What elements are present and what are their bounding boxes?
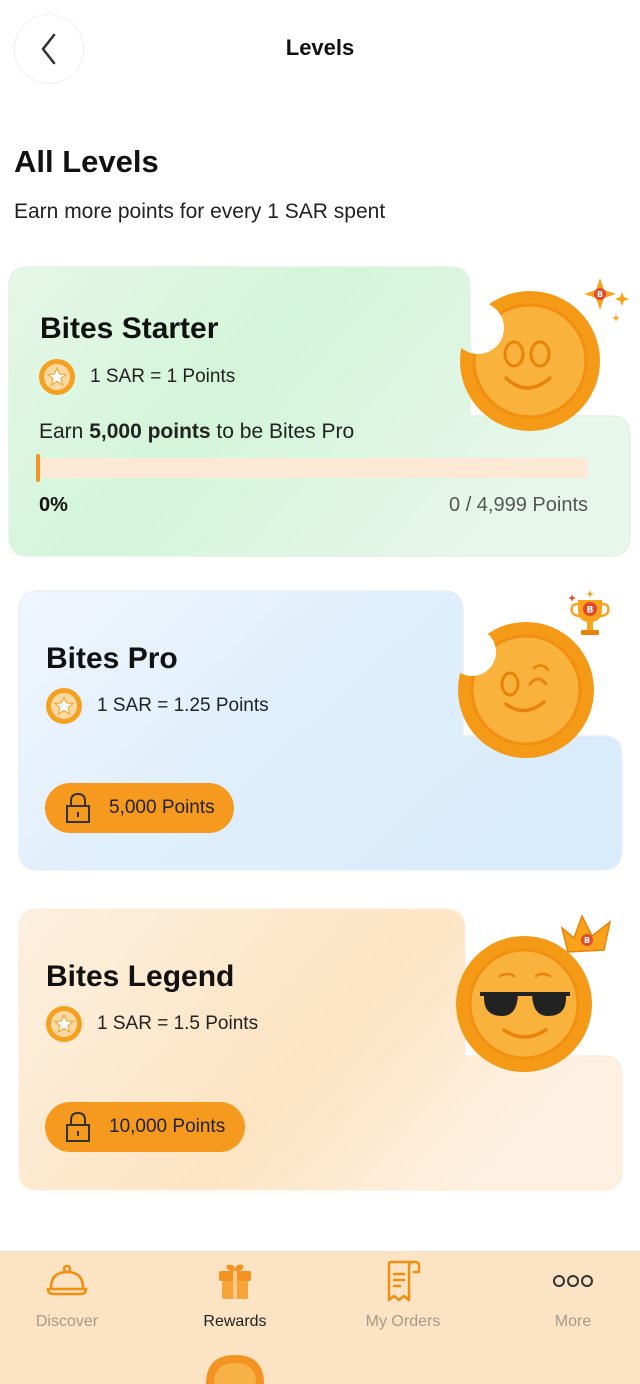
- star-coin-icon: [39, 359, 75, 395]
- nav-label: More: [554, 1313, 592, 1330]
- unlock-requirement-pill[interactable]: 5,000 Points: [45, 783, 234, 833]
- gift-icon: [219, 1264, 251, 1299]
- active-tab-indicator: [206, 1355, 264, 1384]
- earn-points: 5,000 points: [89, 420, 211, 443]
- nav-label: Discover: [35, 1313, 99, 1330]
- more-dots-icon: [553, 1275, 593, 1287]
- progress-percent: 0%: [39, 494, 68, 516]
- lock-icon: [66, 1111, 90, 1142]
- star-coin-icon: [46, 688, 82, 724]
- level-card-legend[interactable]: Bites Legend 1 SAR = 1.5 Points 10,000 P…: [18, 908, 624, 1192]
- unlock-requirement-pill[interactable]: 10,000 Points: [45, 1102, 245, 1152]
- crown-badge-icon: B: [560, 914, 612, 953]
- rate-text: 1 SAR = 1 Points: [90, 366, 236, 387]
- rate-text: 1 SAR = 1.25 Points: [97, 695, 269, 716]
- level-name: Bites Legend: [46, 960, 235, 993]
- level-name: Bites Pro: [46, 642, 178, 675]
- earn-goal-text: Earn 5,000 points to be Bites Pro: [39, 420, 354, 444]
- svg-text:B: B: [584, 936, 590, 945]
- points-count: 0 / 4,999 Points: [449, 494, 588, 516]
- nav-item-my-orders[interactable]: My Orders: [323, 1251, 483, 1351]
- earn-prefix: Earn: [39, 420, 90, 443]
- trophy-badge-icon: B: [568, 590, 610, 635]
- nav-item-rewards[interactable]: Rewards: [155, 1251, 315, 1351]
- level-card-pro[interactable]: Bites Pro 1 SAR = 1.25 Points 5,000 Poin…: [18, 590, 624, 872]
- rate-row: 1 SAR = 1 Points: [38, 358, 235, 396]
- progress-bar: [36, 454, 588, 482]
- nav-label: Rewards: [203, 1313, 267, 1330]
- nav-label: My Orders: [365, 1313, 441, 1330]
- nav-item-more[interactable]: More: [493, 1251, 640, 1351]
- rate-row: 1 SAR = 1.25 Points: [45, 687, 269, 725]
- level-card-starter[interactable]: Bites Starter 1 SAR = 1 Points Earn 5,00…: [8, 266, 632, 558]
- svg-text:B: B: [597, 290, 603, 299]
- page-title: Levels: [285, 35, 355, 60]
- progress-bar-fill: [36, 454, 40, 482]
- level-name: Bites Starter: [40, 312, 219, 345]
- nav-item-discover[interactable]: Discover: [0, 1251, 147, 1351]
- receipt-icon: [387, 1260, 421, 1302]
- section-title: All Levels: [14, 144, 159, 179]
- lock-icon: [66, 792, 90, 823]
- rate-text: 1 SAR = 1.5 Points: [97, 1013, 259, 1034]
- bottom-navigation: Discover Rewards My Orders More: [0, 1251, 640, 1384]
- section-subtitle: Earn more points for every 1 SAR spent: [14, 200, 386, 223]
- sparkle-badge-icon: B: [584, 278, 629, 322]
- star-coin-icon: [46, 1006, 82, 1042]
- cloche-icon: [46, 1264, 88, 1296]
- top-bar: Levels: [0, 0, 640, 98]
- rate-row: 1 SAR = 1.5 Points: [45, 1005, 258, 1043]
- unlock-points: 10,000 Points: [109, 1116, 226, 1137]
- svg-text:B: B: [587, 606, 594, 616]
- unlock-points: 5,000 Points: [109, 797, 215, 818]
- earn-suffix: to be Bites Pro: [210, 420, 355, 443]
